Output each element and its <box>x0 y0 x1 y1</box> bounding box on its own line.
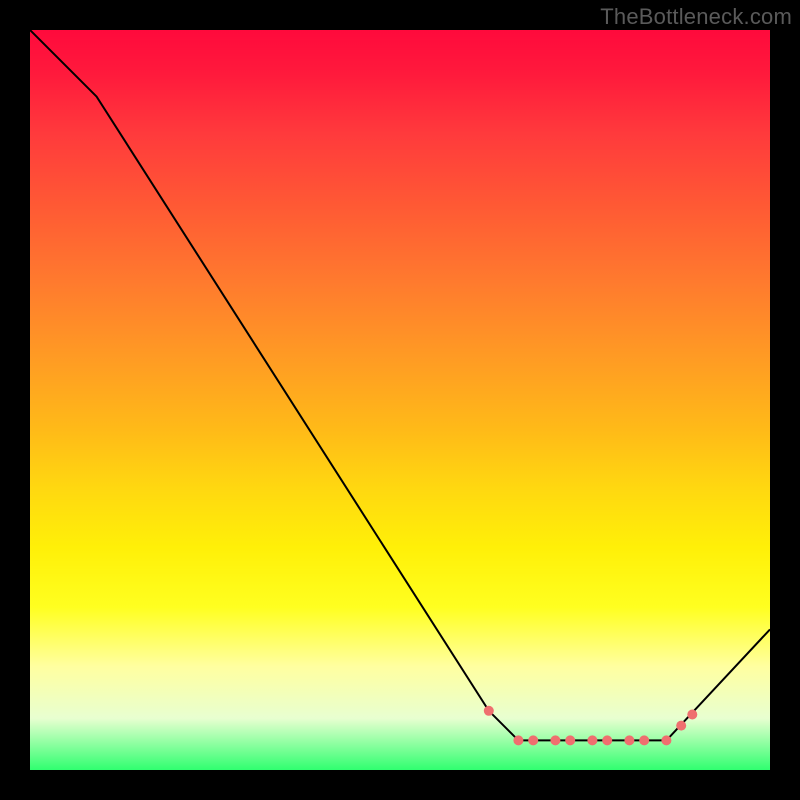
highlight-marker <box>687 710 697 720</box>
chart-frame: TheBottleneck.com <box>0 0 800 800</box>
chart-svg <box>30 30 770 770</box>
highlight-marker <box>602 735 612 745</box>
highlight-marker <box>528 735 538 745</box>
highlight-marker <box>550 735 560 745</box>
highlight-marker <box>513 735 523 745</box>
highlight-marker <box>676 721 686 731</box>
watermark-text: TheBottleneck.com <box>600 4 792 30</box>
highlight-marker <box>484 706 494 716</box>
highlight-marker <box>565 735 575 745</box>
highlight-marker-group <box>484 706 698 746</box>
highlight-marker <box>639 735 649 745</box>
highlight-marker <box>587 735 597 745</box>
highlight-marker <box>624 735 634 745</box>
highlight-marker <box>661 735 671 745</box>
plot-area <box>30 30 770 770</box>
curve-line <box>30 30 770 740</box>
